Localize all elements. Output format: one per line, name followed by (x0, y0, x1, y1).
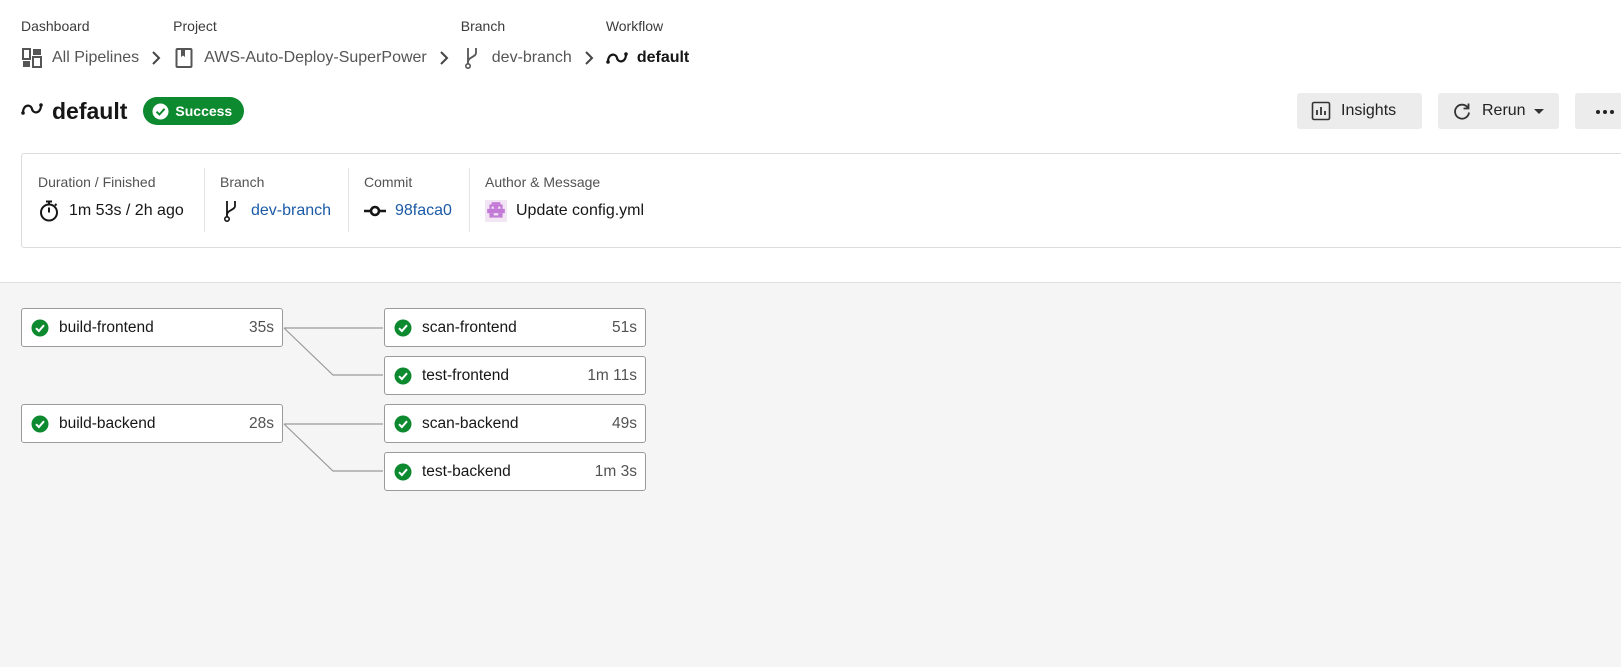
chevron-right-icon (581, 47, 597, 69)
chevron-right-icon (436, 47, 452, 69)
job-name: scan-backend (422, 414, 519, 432)
commit-link[interactable]: 98faca0 (395, 202, 452, 220)
job-duration: 49s (612, 414, 637, 432)
commit-label: Commit (364, 174, 413, 190)
divider (469, 168, 470, 232)
breadcrumb-project-link[interactable]: AWS-Auto-Deploy-SuperPower (204, 49, 427, 67)
author-label: Author & Message (485, 174, 601, 190)
stopwatch-icon (38, 200, 60, 222)
pipeline-summary-card: Duration / Finished 1m 53s / 2h ago Bran… (21, 153, 1621, 248)
divider (348, 168, 349, 232)
breadcrumb-project-label: Project (173, 18, 217, 34)
breadcrumb-workflow-label: Workflow (605, 18, 664, 34)
job-duration: 1m 11s (587, 366, 637, 384)
branch-icon (461, 47, 483, 69)
breadcrumb-project[interactable]: Project AWS-Auto-Deploy-SuperPower (173, 18, 427, 69)
success-check-icon (394, 367, 412, 385)
workflow-graph: build-frontend 35s scan-frontend 51s tes… (0, 282, 1621, 667)
job-name: build-backend (59, 414, 156, 432)
page-header: default Success (21, 97, 245, 125)
status-badge-label: Success (175, 103, 233, 119)
job-name: test-backend (422, 462, 511, 480)
job-name: build-frontend (59, 318, 154, 336)
check-circle-icon (152, 103, 169, 120)
success-check-icon (394, 463, 412, 481)
divider (204, 168, 205, 232)
header-actions: Insights Rerun (1297, 93, 1621, 129)
breadcrumb-branch[interactable]: Branch dev-branch (461, 18, 572, 69)
more-horizontal-icon (1595, 102, 1615, 120)
job-test-frontend[interactable]: test-frontend 1m 11s (384, 356, 646, 395)
breadcrumb-dashboard-label: Dashboard (21, 18, 90, 34)
workflow-icon (606, 47, 628, 69)
duration-label: Duration / Finished (38, 174, 156, 190)
rerun-button[interactable]: Rerun (1438, 93, 1559, 129)
insights-button[interactable]: Insights (1297, 93, 1422, 129)
success-check-icon (394, 319, 412, 337)
project-icon (173, 47, 195, 69)
duration-value: 1m 53s / 2h ago (69, 202, 184, 219)
success-check-icon (31, 319, 49, 337)
breadcrumb: Dashboard All Pipelines Project AWS-Auto… (21, 18, 689, 69)
commit-icon (364, 200, 386, 222)
job-build-backend[interactable]: build-backend 28s (21, 404, 283, 443)
breadcrumb-workflow: Workflow default (606, 18, 689, 69)
branch-label: Branch (220, 174, 265, 190)
bar-chart-icon (1311, 101, 1331, 121)
success-check-icon (394, 415, 412, 433)
job-duration: 28s (249, 414, 274, 432)
branch-link[interactable]: dev-branch (251, 202, 331, 220)
commit-message: Update config.yml (516, 202, 645, 219)
insights-button-label: Insights (1341, 102, 1397, 119)
refresh-icon (1452, 101, 1472, 121)
job-name: scan-frontend (422, 318, 517, 336)
breadcrumb-workflow-current: default (636, 49, 690, 66)
job-build-frontend[interactable]: build-frontend 35s (21, 308, 283, 347)
branch-icon (220, 200, 242, 222)
job-scan-backend[interactable]: scan-backend 49s (384, 404, 646, 443)
job-name: test-frontend (422, 366, 510, 384)
more-options-button[interactable] (1575, 93, 1621, 129)
breadcrumb-dashboard[interactable]: Dashboard All Pipelines (21, 18, 139, 69)
chevron-right-icon (148, 47, 164, 69)
avatar (485, 200, 507, 222)
breadcrumb-dashboard-link[interactable]: All Pipelines (52, 49, 139, 67)
success-check-icon (31, 415, 49, 433)
rerun-button-label: Rerun (1482, 102, 1526, 119)
job-test-backend[interactable]: test-backend 1m 3s (384, 452, 646, 491)
workflow-icon (21, 98, 43, 120)
caret-down-icon (1533, 108, 1544, 114)
job-duration: 51s (612, 318, 637, 336)
job-scan-frontend[interactable]: scan-frontend 51s (384, 308, 646, 347)
breadcrumb-branch-link[interactable]: dev-branch (492, 49, 572, 67)
page-title: default (52, 97, 128, 124)
status-badge: Success (143, 97, 245, 125)
job-duration: 1m 3s (594, 462, 637, 480)
dashboard-icon (21, 47, 43, 69)
breadcrumb-branch-label: Branch (460, 18, 506, 34)
job-duration: 35s (249, 318, 274, 336)
